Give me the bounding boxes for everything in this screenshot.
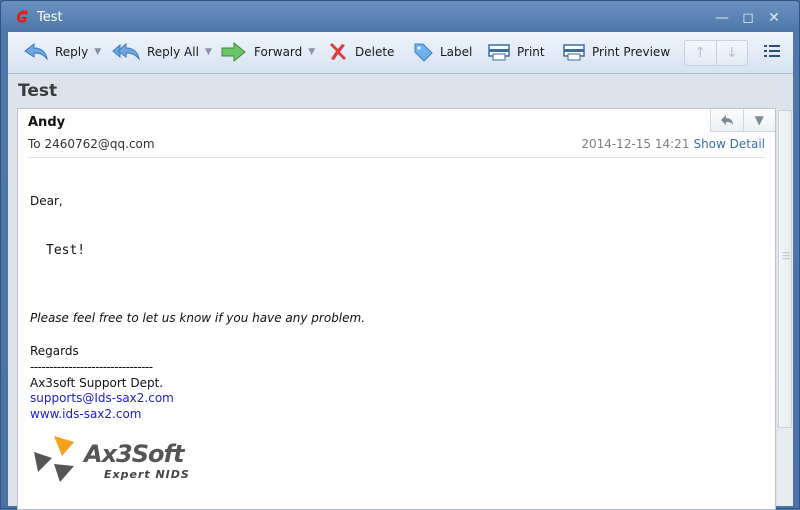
print-preview-label: Print Preview: [592, 45, 671, 59]
show-detail-link[interactable]: Show Detail: [693, 137, 765, 151]
quick-reply-button[interactable]: [711, 109, 744, 131]
chevron-down-icon: ▼: [754, 113, 764, 127]
window-title: Test: [37, 10, 63, 25]
next-message-button[interactable]: ↓: [717, 41, 748, 65]
reply-icon: [720, 115, 733, 125]
logo-wordmark: Ax3Soft: [84, 440, 184, 468]
signature-dept: Ax3soft Support Dept.: [30, 376, 164, 390]
foxmail-logo-icon: [17, 10, 28, 23]
message-datetime: 2014-12-15 14:21: [581, 137, 690, 151]
grip-icon: — — —: [782, 248, 790, 263]
print-button[interactable]: Print: [488, 41, 545, 63]
label-label: Label: [440, 45, 473, 59]
signature-separator: --------------------------------: [30, 360, 153, 374]
toolbar: Reply ▼ Reply All ▼ Forward ▼ Delete Label …: [8, 32, 793, 74]
reply-icon: [24, 42, 48, 61]
message-nav: ↑ ↓: [684, 40, 748, 66]
arrow-up-icon: ↑: [694, 45, 707, 61]
maximize-button[interactable]: ◻: [739, 9, 757, 27]
chevron-down-icon: ▼: [308, 47, 316, 57]
scrollbar-thumb[interactable]: — — —: [778, 110, 792, 428]
reply-button[interactable]: Reply ▼: [24, 41, 101, 63]
message-subject: Test: [18, 81, 58, 101]
forward-icon: [221, 42, 246, 62]
printer-icon: [488, 44, 510, 61]
vertical-scrollbar[interactable]: — — —: [778, 110, 793, 506]
greeting: Dear,: [30, 194, 63, 208]
tag-icon: [414, 43, 433, 62]
reply-label: Reply: [55, 45, 89, 59]
message-meta: 2014-12-15 14:21 Show Detail: [581, 137, 765, 151]
signature-website-link[interactable]: www.ids-sax2.com: [30, 407, 141, 421]
header-divider: [28, 157, 765, 158]
list-menu-icon[interactable]: [764, 44, 780, 58]
label-button[interactable]: Label: [413, 41, 472, 63]
note-text: Please feel free to let us know if you h…: [30, 311, 366, 325]
sender-name: Andy: [28, 115, 66, 130]
chevron-down-icon: ▼: [94, 47, 102, 57]
body-text: Test!: [46, 243, 86, 258]
delete-label: Delete: [355, 45, 395, 59]
more-actions-button[interactable]: ▼: [744, 109, 776, 131]
message-card: Andy To 2460762@qq.com 2014-12-15 14:21 S…: [17, 108, 776, 510]
reply-all-icon: [112, 42, 140, 61]
ax3soft-logo: Ax3Soft Expert NIDS: [32, 434, 232, 484]
forward-label: Forward: [254, 45, 303, 59]
message-pane: Test Andy To 2460762@qq.com 2014-12-15 1…: [8, 74, 793, 510]
minimize-button[interactable]: —: [713, 9, 731, 27]
chevron-down-icon: ▼: [204, 47, 212, 57]
arrow-down-icon: ↓: [725, 45, 738, 61]
previous-message-button[interactable]: ↑: [685, 41, 717, 65]
signature-email-link[interactable]: supports@Ids-sax2.com: [30, 391, 174, 405]
logo-triangles-icon: [34, 436, 74, 482]
close-button[interactable]: ✕: [765, 9, 783, 27]
regards-text: Regards: [30, 344, 79, 358]
print-preview-button[interactable]: Print Preview: [563, 41, 670, 63]
reply-all-button[interactable]: Reply All ▼: [112, 41, 212, 63]
title-bar[interactable]: Test — ◻ ✕: [1, 1, 799, 34]
logo-tagline: Expert NIDS: [104, 468, 190, 481]
forward-button[interactable]: Forward ▼: [221, 41, 315, 63]
recipient: To 2460762@qq.com: [28, 137, 155, 151]
printer-icon: [563, 44, 585, 61]
mail-window: Test — ◻ ✕ Reply ▼ Reply All ▼ Forward ▼ De…: [0, 0, 800, 510]
print-label: Print: [517, 45, 545, 59]
header-actions: ▼: [710, 109, 775, 132]
delete-icon: [330, 43, 346, 60]
reply-all-label: Reply All: [147, 45, 199, 59]
delete-button[interactable]: Delete: [328, 41, 394, 63]
